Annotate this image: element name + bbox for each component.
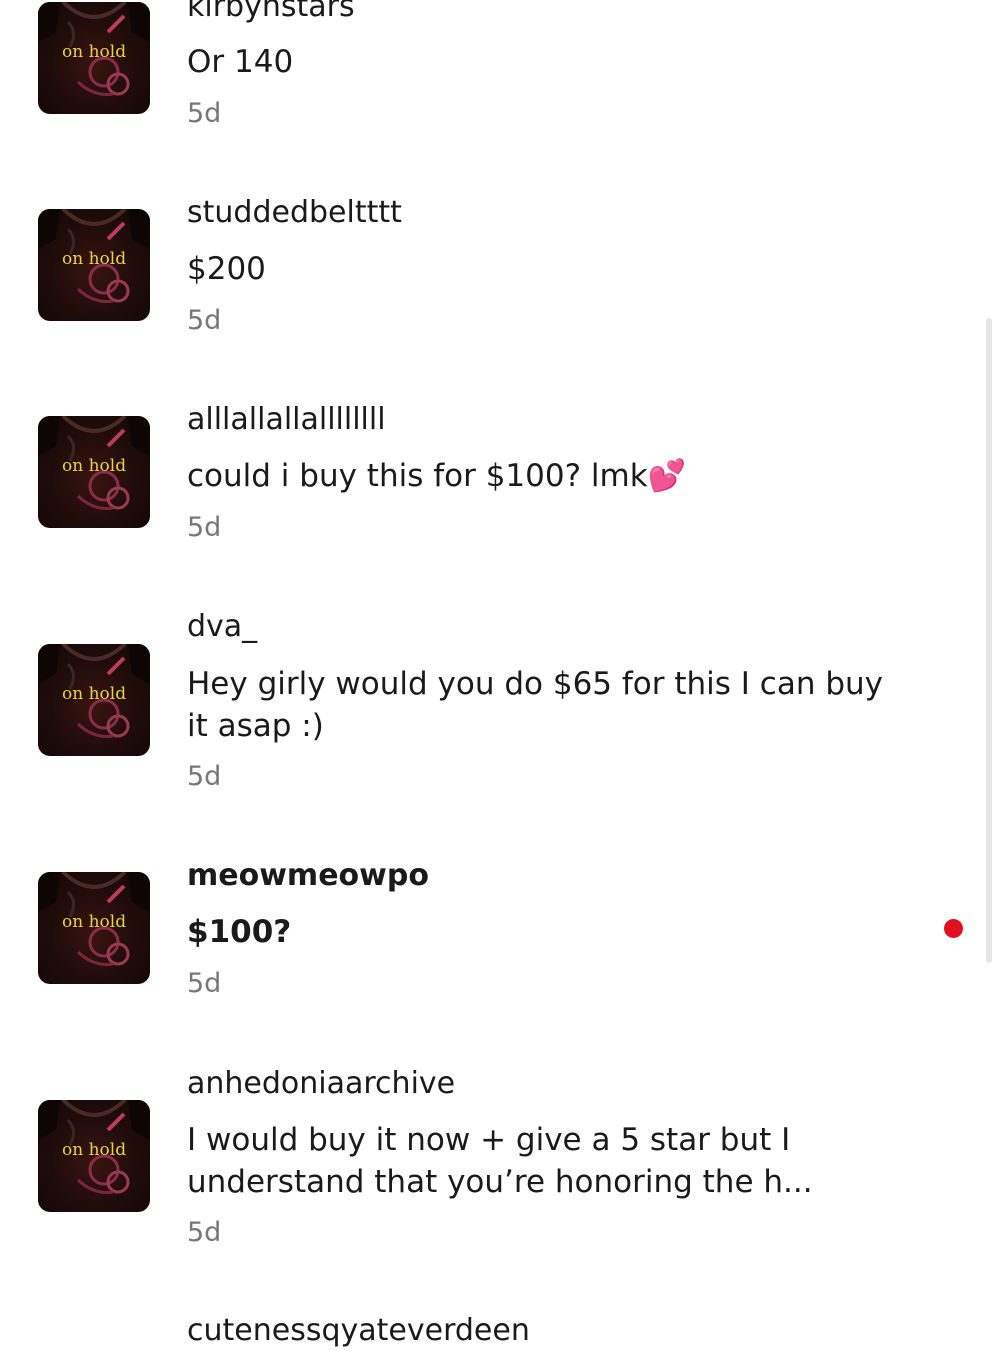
listing-thumbnail[interactable]: on hold [38, 872, 150, 984]
unread-indicator-dot [944, 919, 963, 938]
messages-list: on hold kirbynstars Or 140 5d on hold st… [0, 0, 1000, 1348]
thumbnail-overlay-text: on hold [62, 1140, 127, 1160]
thread-username: kirbynstars [187, 0, 355, 24]
thumbnail-overlay-text: on hold [62, 249, 127, 269]
thread-username: dva_ [187, 609, 258, 644]
thread-username: meowmeowpo [187, 858, 429, 893]
listing-thumbnail[interactable]: on hold [38, 1100, 150, 1212]
thread-message-preview: Or 140 [187, 44, 294, 80]
thumbnail-overlay-text: on hold [62, 912, 127, 932]
thread-timestamp: 5d [187, 98, 222, 129]
thread-username: alllallallallllllll [187, 402, 386, 437]
thread-message-preview: $100? [187, 914, 292, 950]
scrollbar[interactable] [986, 318, 992, 963]
thread-username: studdedbeltttt [187, 195, 402, 230]
listing-thumbnail[interactable]: on hold [38, 2, 150, 114]
thread-timestamp: 5d [187, 512, 222, 543]
thread-message-preview: Hey girly would you do $65 for this I ca… [187, 666, 883, 744]
thread-message-preview: $200 [187, 251, 266, 287]
listing-thumbnail[interactable]: on hold [38, 644, 150, 756]
thread-timestamp: 5d [187, 1217, 222, 1248]
thread-timestamp: 5d [187, 305, 222, 336]
thread-message-preview: could i buy this for $100? lmk💕 [187, 458, 687, 494]
listing-thumbnail[interactable]: on hold [38, 209, 150, 321]
thread-username: cutenessqyateverdeen [187, 1313, 530, 1348]
thread-timestamp: 5d [187, 968, 222, 999]
thread-username: anhedoniaarchive [187, 1066, 456, 1101]
thumbnail-overlay-text: on hold [62, 456, 127, 476]
thumbnail-overlay-text: on hold [62, 42, 127, 62]
thread-timestamp: 5d [187, 761, 222, 792]
listing-thumbnail[interactable]: on hold [38, 416, 150, 528]
thread-message-preview: I would buy it now + give a 5 star but I… [187, 1122, 813, 1200]
thumbnail-overlay-text: on hold [62, 684, 127, 704]
